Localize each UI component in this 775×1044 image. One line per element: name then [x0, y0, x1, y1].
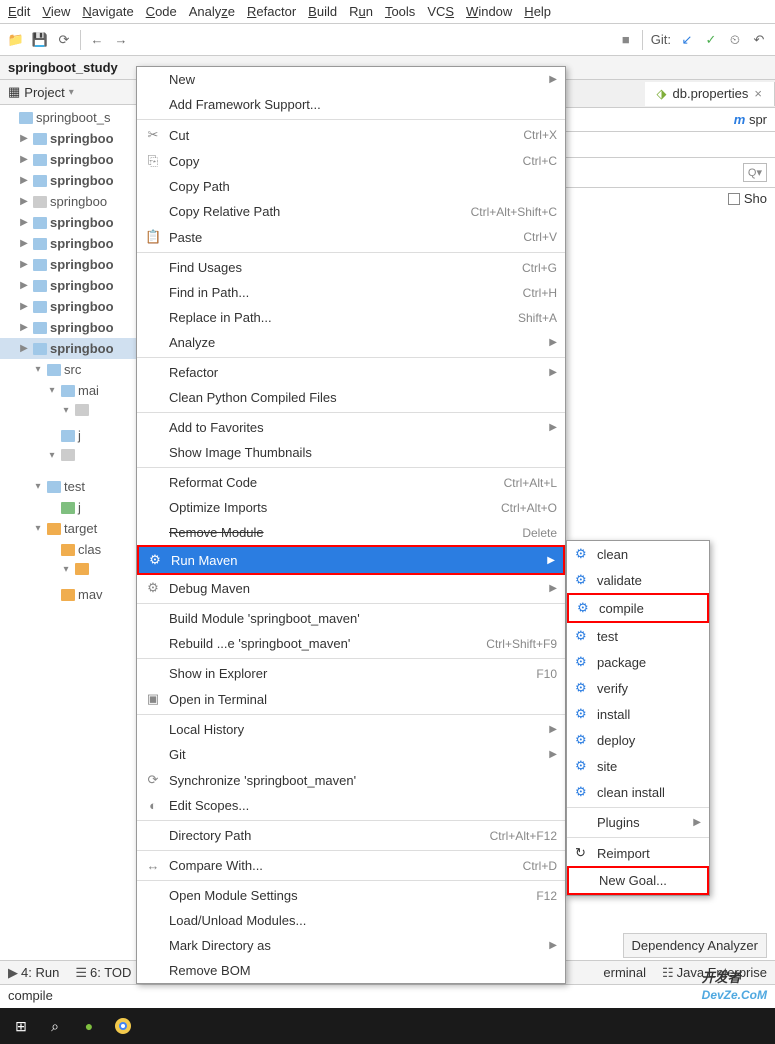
menu-item[interactable]: New▶ [137, 67, 565, 92]
submenu-item[interactable]: ⚙install [567, 701, 709, 727]
menu-item[interactable]: Analyze▶ [137, 330, 565, 355]
menu-item[interactable]: ↔Compare With...Ctrl+D [137, 853, 565, 878]
menu-edit[interactable]: Edit [8, 4, 30, 19]
file-icon: ⬗ [657, 86, 667, 102]
tool-todo[interactable]: ☰ 6: TOD [75, 965, 131, 981]
git-update-icon[interactable]: ↙ [679, 32, 695, 48]
menu-item[interactable]: ▣Open in Terminal [137, 686, 565, 712]
maven-icon: m [734, 112, 746, 127]
menu-code[interactable]: Code [146, 4, 177, 19]
git-commit-icon[interactable]: ✓ [703, 32, 719, 48]
menu-item[interactable]: Replace in Path...Shift+A [137, 305, 565, 330]
menu-item[interactable]: Local History▶ [137, 717, 565, 742]
context-menu: New▶Add Framework Support... ✂CutCtrl+X⎘C… [136, 66, 566, 984]
search-icon[interactable]: Q▾ [743, 163, 767, 182]
menu-item[interactable]: ⚙Run Maven▶ [137, 545, 565, 575]
chrome-icon[interactable] [110, 1013, 136, 1039]
menu-build[interactable]: Build [308, 4, 337, 19]
menu-item[interactable]: ⎘CopyCtrl+C [137, 148, 565, 174]
menubar: Edit View Navigate Code Analyze Refactor… [0, 0, 775, 24]
git-label: Git: [651, 32, 671, 47]
menu-item[interactable]: Clean Python Compiled Files [137, 385, 565, 410]
submenu-item[interactable]: ⚙verify [567, 675, 709, 701]
menu-item[interactable]: Mark Directory as▶ [137, 933, 565, 958]
start-icon[interactable]: ⊞ [8, 1013, 34, 1039]
open-icon[interactable]: 📁 [8, 32, 24, 48]
forward-icon[interactable]: → [113, 32, 129, 48]
menu-item[interactable]: Optimize ImportsCtrl+Alt+O [137, 495, 565, 520]
refresh-icon[interactable]: ⟳ [56, 32, 72, 48]
submenu-item[interactable]: ↻Reimport [567, 840, 709, 866]
menu-analyze[interactable]: Analyze [189, 4, 235, 19]
submenu-item[interactable]: ⚙package [567, 649, 709, 675]
menu-run[interactable]: Run [349, 4, 373, 19]
submenu-item[interactable]: ⚙test [567, 623, 709, 649]
menu-tools[interactable]: Tools [385, 4, 415, 19]
menu-vcs[interactable]: VCS [427, 4, 454, 19]
menu-item[interactable]: Add Framework Support... [137, 92, 565, 117]
menu-item[interactable]: Show in ExplorerF10 [137, 661, 565, 686]
project-icon: ▦ [8, 84, 20, 100]
menu-window[interactable]: Window [466, 4, 512, 19]
menu-item[interactable]: Remove ModuleDelete [137, 520, 565, 545]
git-revert-icon[interactable]: ↶ [751, 32, 767, 48]
submenu-item[interactable]: New Goal... [567, 866, 709, 895]
menu-item[interactable]: Find UsagesCtrl+G [137, 255, 565, 280]
submenu-item[interactable]: ⚙clean [567, 541, 709, 567]
menu-item[interactable]: ✂CutCtrl+X [137, 122, 565, 148]
menu-navigate[interactable]: Navigate [82, 4, 133, 19]
menu-view[interactable]: View [42, 4, 70, 19]
tool-run[interactable]: ▶ 4: Run [8, 965, 59, 981]
show-checkbox[interactable] [728, 193, 740, 205]
menu-item[interactable]: Reformat CodeCtrl+Alt+L [137, 470, 565, 495]
menu-refactor[interactable]: Refactor [247, 4, 296, 19]
tab-dependency-analyzer[interactable]: Dependency Analyzer [623, 933, 767, 958]
stop-icon[interactable]: ■ [618, 32, 634, 48]
watermark: 开发者 DevZe.CoM [702, 962, 767, 1002]
menu-item[interactable]: Open Module SettingsF12 [137, 883, 565, 908]
run-maven-submenu: ⚙clean⚙validate⚙compile⚙test⚙package⚙ver… [566, 540, 710, 896]
menu-item[interactable]: Find in Path...Ctrl+H [137, 280, 565, 305]
menu-item[interactable]: Build Module 'springboot_maven' [137, 606, 565, 631]
back-icon[interactable]: ← [89, 32, 105, 48]
menu-item[interactable]: ⚙Debug Maven▶ [137, 575, 565, 601]
menu-item[interactable]: ⟳Synchronize 'springboot_maven' [137, 767, 565, 793]
submenu-item[interactable]: ⚙compile [567, 593, 709, 623]
menu-item[interactable]: Remove BOM [137, 958, 565, 983]
chevron-down-icon[interactable]: ▾ [69, 87, 74, 98]
submenu-item[interactable]: Plugins▶ [567, 810, 709, 835]
separator [80, 30, 81, 50]
menu-help[interactable]: Help [524, 4, 551, 19]
tool-terminal[interactable]: erminal [603, 965, 646, 980]
submenu-item[interactable]: ⚙site [567, 753, 709, 779]
menu-item[interactable]: Git▶ [137, 742, 565, 767]
menu-item[interactable]: 📋PasteCtrl+V [137, 224, 565, 250]
menu-item[interactable]: Rebuild ...e 'springboot_maven'Ctrl+Shif… [137, 631, 565, 656]
menu-item[interactable]: ◐Edit Scopes... [137, 793, 565, 818]
search-icon[interactable]: ⌕ [42, 1013, 68, 1039]
menu-item[interactable]: Copy Relative PathCtrl+Alt+Shift+C [137, 199, 565, 224]
submenu-item[interactable]: ⚙deploy [567, 727, 709, 753]
menu-item[interactable]: Add to Favorites▶ [137, 415, 565, 440]
submenu-item[interactable]: ⚙clean install [567, 779, 709, 805]
menu-item[interactable]: Show Image Thumbnails [137, 440, 565, 465]
git-history-icon[interactable]: ⏲ [727, 32, 743, 48]
browser-icon[interactable]: ● [76, 1013, 102, 1039]
separator [642, 30, 643, 50]
close-icon[interactable]: × [754, 86, 762, 101]
save-icon[interactable]: 💾 [32, 32, 48, 48]
menu-item[interactable]: Load/Unload Modules... [137, 908, 565, 933]
submenu-item[interactable]: ⚙validate [567, 567, 709, 593]
menu-item[interactable]: Refactor▶ [137, 360, 565, 385]
menu-item[interactable]: Directory PathCtrl+Alt+F12 [137, 823, 565, 848]
status-bar: compile [0, 984, 775, 1008]
windows-taskbar: ⊞ ⌕ ● [0, 1008, 775, 1044]
menu-item[interactable]: Copy Path [137, 174, 565, 199]
toolbar: 📁 💾 ⟳ ← → ■ Git: ↙ ✓ ⏲ ↶ [0, 24, 775, 56]
editor-tab-db[interactable]: ⬗ db.properties × [645, 82, 775, 106]
